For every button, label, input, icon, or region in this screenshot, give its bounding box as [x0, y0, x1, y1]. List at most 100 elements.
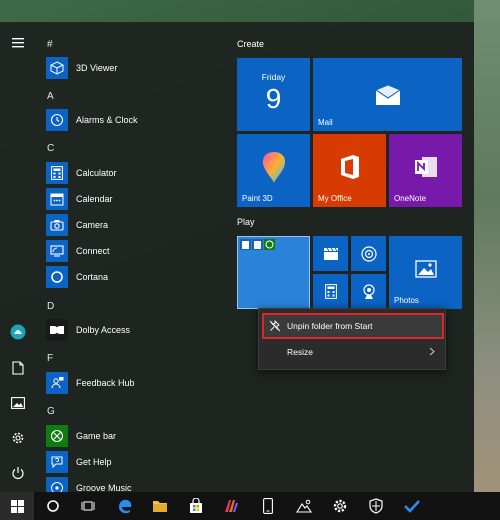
app-label: Calendar [76, 194, 113, 204]
music-icon [46, 477, 68, 492]
photos-tile[interactable]: Photos [389, 236, 462, 309]
task-view-icon[interactable] [71, 492, 105, 520]
app-label: Alarms & Clock [76, 115, 138, 125]
help-icon [46, 451, 68, 473]
webcam-icon [362, 283, 375, 299]
onenote-icon [414, 156, 437, 177]
app-label: Calculator [76, 168, 117, 178]
connect-icon [46, 240, 68, 262]
3d-viewer-icon [46, 57, 68, 79]
xbox-icon [46, 425, 68, 447]
document-icon[interactable] [0, 351, 36, 385]
section-letter-a[interactable]: A [47, 91, 54, 102]
movies-tile[interactable] [313, 236, 348, 271]
section-letter-hash[interactable]: # [47, 39, 53, 50]
app-feedback-hub[interactable]: Feedback Hub [46, 370, 221, 396]
settings-icon[interactable] [0, 421, 36, 455]
app-dolby-access[interactable]: Dolby Access [46, 317, 221, 343]
section-letter-c[interactable]: C [47, 143, 54, 154]
calculator-tile-icon [324, 284, 337, 299]
camera-icon [46, 214, 68, 236]
taskbar [0, 492, 500, 520]
app-calculator[interactable]: Calculator [46, 160, 221, 186]
groove-icon [360, 245, 377, 262]
unpin-label: Unpin folder from Start [287, 321, 373, 331]
app-list: # 3D Viewer A Alarms & Clock C Calculato… [36, 22, 226, 492]
app-label: Get Help [76, 457, 112, 467]
security-shield-icon[interactable] [359, 492, 393, 520]
settings-app-icon[interactable] [323, 492, 357, 520]
office-icon [340, 154, 359, 179]
chevron-right-icon [429, 347, 435, 358]
my-office-label: My Office [318, 194, 352, 203]
unpin-folder-menu-item[interactable]: Unpin folder from Start [262, 313, 444, 339]
app-3d-viewer[interactable]: 3D Viewer [46, 55, 221, 81]
app-cortana[interactable]: Cortana [46, 264, 221, 290]
app-label: Game bar [76, 431, 117, 441]
desktop-background [474, 0, 500, 492]
calculator-tile[interactable] [313, 274, 348, 309]
app-calendar[interactable]: Calendar [46, 186, 221, 212]
photos-app-icon[interactable] [287, 492, 321, 520]
calendar-icon [46, 188, 68, 210]
app-get-help[interactable]: Get Help [46, 449, 221, 475]
movies-icon [323, 247, 338, 260]
onenote-label: OneNote [394, 194, 427, 203]
paint3d-tile[interactable]: Paint 3D [237, 134, 310, 207]
mail-tile[interactable]: Mail [313, 58, 462, 131]
play-folder-tile[interactable] [237, 236, 310, 309]
unpin-icon [263, 320, 287, 332]
mail-label: Mail [318, 118, 333, 127]
app-label: Dolby Access [76, 325, 131, 335]
app-label: 3D Viewer [76, 63, 118, 73]
file-explorer-icon[interactable] [143, 492, 177, 520]
app-alarms-clock[interactable]: Alarms & Clock [46, 107, 221, 133]
calculator-icon [46, 162, 68, 184]
maps-tile[interactable] [351, 274, 386, 309]
power-icon[interactable] [0, 456, 36, 490]
dolby-icon [46, 319, 68, 341]
groove-tile[interactable] [351, 236, 386, 271]
user-icon[interactable] [0, 315, 36, 349]
cortana-icon [46, 266, 68, 288]
office-app-icon[interactable] [214, 492, 248, 520]
onenote-tile[interactable]: OneNote [389, 134, 462, 207]
tiles-area: Create Friday 9 Mail Paint 3D My Office … [237, 22, 474, 492]
section-letter-f[interactable]: F [47, 353, 53, 364]
app-label: Feedback Hub [76, 378, 135, 388]
todo-check-icon[interactable] [395, 492, 429, 520]
mail-icon [374, 84, 401, 105]
group-label-play[interactable]: Play [237, 217, 255, 227]
app-label: Groove Music [76, 483, 132, 492]
photos-icon [414, 259, 437, 278]
windows-start-icon[interactable] [0, 492, 34, 520]
feedback-icon [46, 372, 68, 394]
app-groove-music[interactable]: Groove Music [46, 475, 221, 492]
section-letter-g[interactable]: G [47, 406, 55, 417]
app-connect[interactable]: Connect [46, 238, 221, 264]
hamburger-icon[interactable] [0, 26, 36, 60]
paint3d-icon [262, 151, 285, 183]
pictures-icon[interactable] [0, 386, 36, 420]
alarm-clock-icon [46, 109, 68, 131]
phone-icon[interactable] [251, 492, 285, 520]
app-label: Connect [76, 246, 110, 256]
start-rail [0, 22, 36, 492]
section-letter-d[interactable]: D [47, 301, 54, 312]
app-camera[interactable]: Camera [46, 212, 221, 238]
resize-menu-item[interactable]: Resize [263, 340, 443, 364]
calendar-tile[interactable]: Friday 9 [237, 58, 310, 131]
calendar-date: 9 [265, 83, 282, 114]
calendar-day: Friday [261, 72, 286, 82]
group-label-create[interactable]: Create [237, 39, 264, 49]
start-menu: # 3D Viewer A Alarms & Clock C Calculato… [0, 22, 474, 492]
store-icon[interactable] [179, 492, 213, 520]
paint3d-label: Paint 3D [242, 194, 273, 203]
cortana-search-icon[interactable] [36, 492, 70, 520]
my-office-tile[interactable]: My Office [313, 134, 386, 207]
folder-apps-icon [240, 239, 275, 250]
app-game-bar[interactable]: Game bar [46, 423, 221, 449]
resize-label: Resize [287, 347, 313, 357]
edge-icon[interactable] [108, 492, 142, 520]
app-label: Camera [76, 220, 109, 230]
